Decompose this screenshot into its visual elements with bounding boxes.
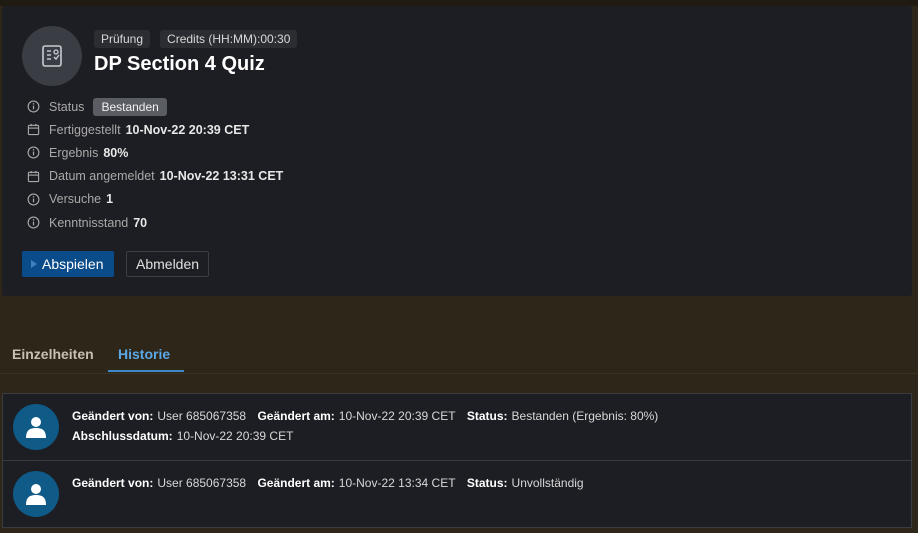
list-item: Geändert von: User 685067358 Geändert am:…: [3, 394, 911, 461]
field-value: User 685067358: [157, 476, 247, 490]
field-label: Geändert am:: [257, 409, 335, 423]
field-value: 10-Nov-22 13:34 CET: [338, 476, 456, 490]
field-value: Unvollständig: [511, 476, 584, 490]
meta-value: 10-Nov-22 20:39 CET: [125, 122, 250, 137]
field-value: 10-Nov-22 20:39 CET: [176, 429, 294, 443]
course-card: Prüfung Credits (HH:MM):00:30 DP Section…: [2, 6, 912, 296]
user-icon: [26, 417, 46, 438]
field-label: Abschlussdatum:: [72, 429, 173, 443]
meta-knowledge: Kenntnisstand 70: [26, 211, 283, 234]
meta-status: Status Bestanden: [26, 95, 283, 118]
meta-list: Status Bestanden Fertiggestellt 10-Nov-2…: [26, 95, 283, 234]
info-icon: [26, 216, 40, 230]
history-line: Geändert von: User 685067358 Geändert am:…: [72, 476, 584, 490]
tab-details[interactable]: Einzelheiten: [12, 346, 94, 362]
info-icon: [26, 100, 40, 114]
field-value: Bestanden (Ergebnis: 80%): [511, 409, 659, 423]
page-title: DP Section 4 Quiz: [94, 53, 265, 75]
field-label: Geändert am:: [257, 476, 335, 490]
meta-result: Ergebnis 80%: [26, 141, 283, 164]
status-badge: Bestanden: [93, 97, 167, 116]
meta-label: Versuche: [49, 192, 102, 207]
meta-attempts: Versuche 1: [26, 188, 283, 211]
unregister-button[interactable]: Abmelden: [126, 251, 210, 277]
field-label: Status:: [466, 409, 508, 423]
meta-value: 70: [133, 215, 148, 230]
tab-history[interactable]: Historie: [118, 346, 170, 362]
meta-label: Ergebnis: [49, 145, 99, 160]
quiz-icon: [22, 26, 82, 86]
tab-bar: Einzelheiten Historie: [0, 340, 918, 374]
avatar: [13, 404, 59, 450]
history-line: Abschlussdatum: 10-Nov-22 20:39 CET: [72, 429, 293, 443]
meta-value: 10-Nov-22 13:31 CET: [159, 169, 284, 184]
history-line: Geändert von: User 685067358 Geändert am:…: [72, 409, 658, 423]
meta-completed: Fertiggestellt 10-Nov-22 20:39 CET: [26, 118, 283, 141]
history-list: Geändert von: User 685067358 Geändert am:…: [2, 393, 912, 528]
meta-label: Status: [49, 99, 85, 114]
play-button-label: Abspielen: [42, 256, 104, 272]
play-icon: [30, 256, 38, 272]
credits-badge: Credits (HH:MM):00:30: [160, 30, 298, 48]
info-icon: [26, 192, 40, 206]
meta-value: 1: [106, 192, 114, 207]
info-icon: [26, 146, 40, 160]
calendar-icon: [26, 123, 40, 137]
meta-value: 80%: [103, 145, 129, 160]
list-item: Geändert von: User 685067358 Geändert am:…: [3, 461, 911, 527]
meta-label: Kenntnisstand: [49, 215, 129, 230]
type-badge: Prüfung: [94, 30, 151, 48]
avatar: [13, 471, 59, 517]
meta-label: Datum angemeldet: [49, 169, 155, 184]
field-label: Status:: [466, 476, 508, 490]
calendar-icon: [26, 169, 40, 183]
field-value: User 685067358: [157, 409, 247, 423]
active-tab-indicator: [108, 370, 184, 372]
field-label: Geändert von:: [72, 409, 154, 423]
meta-registered: Datum angemeldet 10-Nov-22 13:31 CET: [26, 165, 283, 188]
field-label: Geändert von:: [72, 476, 154, 490]
meta-label: Fertiggestellt: [49, 122, 121, 137]
user-icon: [26, 484, 46, 505]
field-value: 10-Nov-22 20:39 CET: [338, 409, 456, 423]
play-button[interactable]: Abspielen: [22, 251, 114, 277]
